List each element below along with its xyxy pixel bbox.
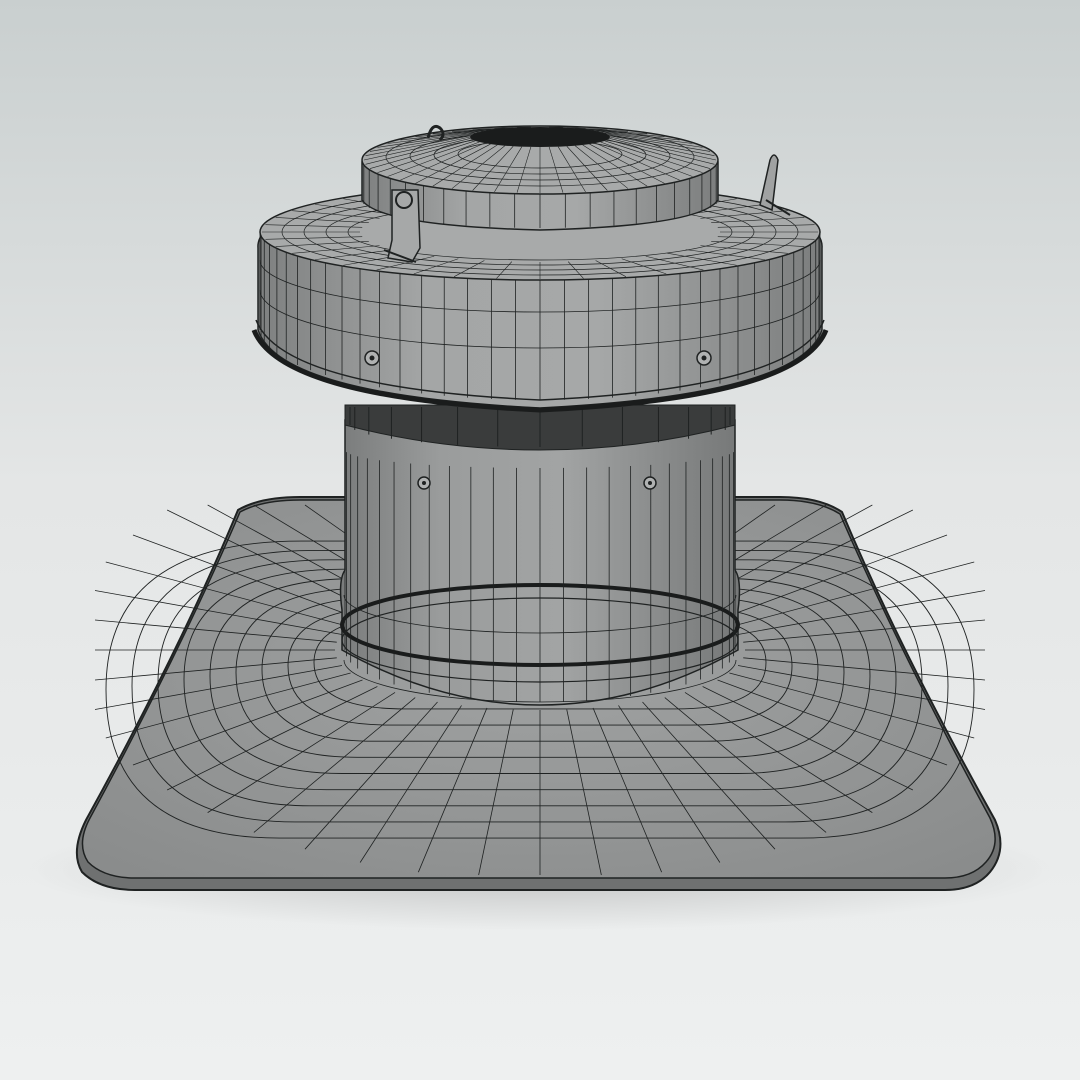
render-scene [0, 0, 1080, 1080]
dome-opening [470, 127, 610, 147]
bolt-icon [643, 476, 657, 490]
housing-cylinder [339, 404, 741, 706]
bolt-icon [417, 476, 431, 490]
bolt-icon [696, 350, 712, 366]
bolt-icon [364, 350, 380, 366]
